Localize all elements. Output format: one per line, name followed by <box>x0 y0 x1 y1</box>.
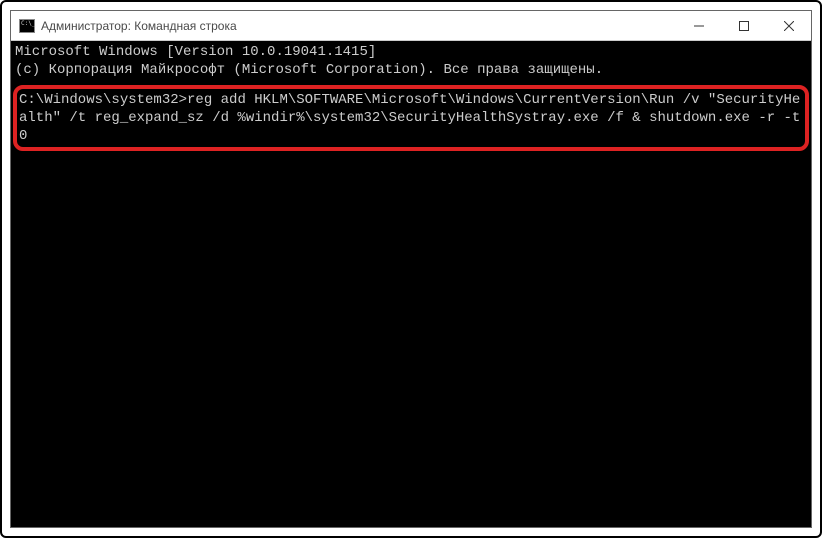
screenshot-frame: Администратор: Командная строка Microsof… <box>0 0 822 538</box>
maximize-icon <box>739 21 749 31</box>
close-button[interactable] <box>766 11 811 40</box>
titlebar[interactable]: Администратор: Командная строка <box>11 11 811 41</box>
copyright-line: (c) Корпорация Майкрософт (Microsoft Cor… <box>15 62 603 78</box>
window-controls <box>676 11 811 40</box>
minimize-icon <box>694 21 704 31</box>
minimize-button[interactable] <box>676 11 721 40</box>
cmd-icon <box>19 19 35 33</box>
cmd-window: Администратор: Командная строка Microsof… <box>10 10 812 528</box>
command-highlight: C:\Windows\system32>reg add HKLM\SOFTWAR… <box>13 85 809 151</box>
window-title: Администратор: Командная строка <box>41 19 676 33</box>
terminal-area[interactable]: Microsoft Windows [Version 10.0.19041.14… <box>11 41 811 527</box>
version-line: Microsoft Windows [Version 10.0.19041.14… <box>15 44 376 60</box>
close-icon <box>784 21 794 31</box>
maximize-button[interactable] <box>721 11 766 40</box>
prompt: C:\Windows\system32> <box>19 92 187 108</box>
